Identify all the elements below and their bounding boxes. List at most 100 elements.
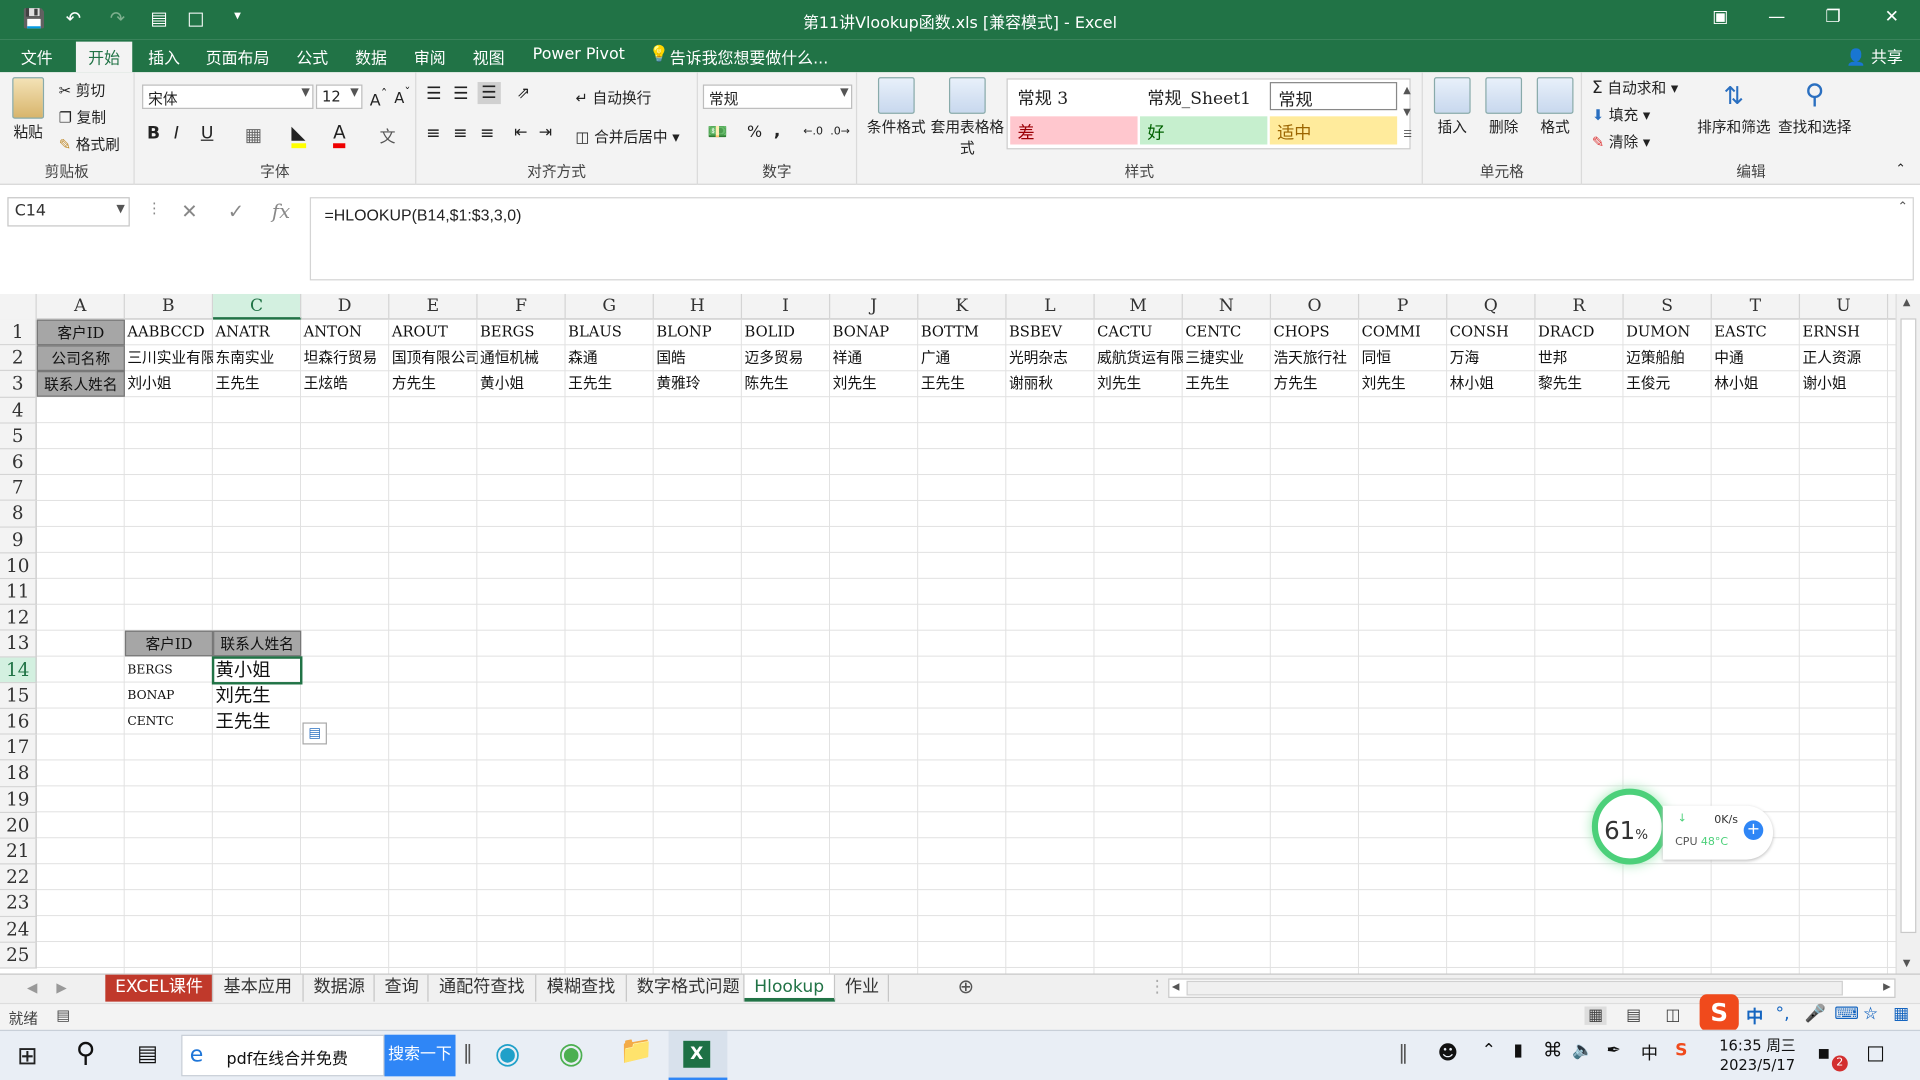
search-icon[interactable]: ⚲ bbox=[76, 1038, 96, 1069]
underline-button[interactable]: U bbox=[201, 124, 214, 144]
cell-r3[interactable]: 黎先生 bbox=[1536, 372, 1624, 398]
gallery-more-icon[interactable]: ☰ bbox=[1403, 129, 1412, 140]
phonetic-icon[interactable]: 文 bbox=[380, 124, 396, 147]
insert-function-icon[interactable]: fx bbox=[272, 200, 290, 223]
row-header-10[interactable]: 10 bbox=[0, 553, 37, 580]
column-header-i[interactable]: I bbox=[742, 293, 831, 320]
system-monitor-widget[interactable]: 61% ↓ 0K/s CPU 48°C + bbox=[1587, 786, 1774, 874]
cell-h2[interactable]: 国皓 bbox=[654, 346, 742, 372]
cell-j2[interactable]: 祥通 bbox=[830, 346, 918, 372]
column-header-o[interactable]: O bbox=[1271, 293, 1360, 320]
row-header-19[interactable]: 19 bbox=[0, 786, 37, 813]
row-header-16[interactable]: 16 bbox=[0, 708, 37, 735]
clear-button[interactable]: ✎ 清除 ▾ bbox=[1592, 131, 1650, 152]
insert-button[interactable]: 插入 bbox=[1428, 77, 1477, 137]
sheet-tab-0[interactable]: EXCEL课件 bbox=[105, 974, 214, 1002]
cell-s3[interactable]: 王俊元 bbox=[1624, 372, 1712, 398]
cell-g3[interactable]: 王先生 bbox=[566, 372, 654, 398]
cell-l3[interactable]: 谢丽秋 bbox=[1007, 372, 1095, 398]
column-header-e[interactable]: E bbox=[389, 293, 478, 320]
toolbox-icon[interactable]: ▦ bbox=[1893, 1004, 1909, 1024]
cell-d1[interactable]: ANTON bbox=[301, 320, 389, 346]
column-header-q[interactable]: Q bbox=[1447, 293, 1536, 320]
column-header-u[interactable]: U bbox=[1800, 293, 1889, 320]
file-explorer-icon[interactable]: 📁 bbox=[620, 1036, 654, 1067]
cell-k3[interactable]: 王先生 bbox=[918, 372, 1006, 398]
cell-d3[interactable]: 王炫皓 bbox=[301, 372, 389, 398]
tell-me-icon[interactable]: 💡 bbox=[649, 45, 669, 63]
cell-r2[interactable]: 世邦 bbox=[1536, 346, 1624, 372]
style-normal[interactable]: 常规 bbox=[1269, 82, 1398, 111]
tab-home[interactable]: 开始 bbox=[75, 41, 133, 73]
maximize-button[interactable]: ❐ bbox=[1815, 7, 1852, 27]
row-header-1[interactable]: 1 bbox=[0, 319, 37, 346]
decrease-decimal-icon[interactable]: .0→ bbox=[830, 126, 850, 138]
cell-k2[interactable]: 广通 bbox=[918, 346, 1006, 372]
scroll-right-icon[interactable]: ▶ bbox=[1883, 981, 1891, 992]
column-header-g[interactable]: G bbox=[566, 293, 654, 320]
column-header-c[interactable]: C bbox=[213, 293, 302, 320]
cell-o1[interactable]: CHOPS bbox=[1271, 320, 1359, 346]
row-header-6[interactable]: 6 bbox=[0, 449, 37, 476]
font-size-select[interactable]: 12 ▼ bbox=[315, 84, 363, 109]
cell-e3[interactable]: 方先生 bbox=[389, 372, 477, 398]
shrink-font-button[interactable]: Aˇ bbox=[394, 87, 410, 107]
lookup-id-b14[interactable]: BERGS bbox=[125, 657, 213, 683]
page-layout-view-icon[interactable]: ▤ bbox=[1626, 1007, 1641, 1025]
cell-u1[interactable]: ERNSH bbox=[1800, 320, 1888, 346]
increase-decimal-icon[interactable]: ←.0 bbox=[803, 126, 823, 138]
sheet-tab-8[interactable]: 作业 bbox=[835, 974, 889, 1002]
cell-p2[interactable]: 同恒 bbox=[1359, 346, 1447, 372]
paste-button[interactable]: 粘贴 bbox=[7, 77, 49, 142]
column-header-f[interactable]: F bbox=[478, 293, 566, 320]
cell-o3[interactable]: 方先生 bbox=[1271, 372, 1359, 398]
clock[interactable]: 16:35 周三 2023/5/17 bbox=[1719, 1036, 1795, 1075]
cell-q1[interactable]: CONSH bbox=[1447, 320, 1535, 346]
excel-taskbar-button[interactable]: X bbox=[668, 1031, 728, 1080]
paste-options-icon[interactable]: ▤ bbox=[302, 722, 327, 745]
wifi-icon[interactable]: ⌘ bbox=[1543, 1038, 1563, 1061]
sheet-tab-5[interactable]: 模糊查找 bbox=[536, 974, 627, 1002]
scroll-left-icon[interactable]: ◀ bbox=[1172, 981, 1180, 992]
cell-q3[interactable]: 林小姐 bbox=[1447, 372, 1535, 398]
cell-h1[interactable]: BLONP bbox=[654, 320, 742, 346]
format-as-table-button[interactable]: 套用表格格式 bbox=[931, 77, 1004, 158]
page-break-view-icon[interactable]: ◫ bbox=[1665, 1007, 1680, 1025]
cell-b2[interactable]: 三川实业有限 bbox=[125, 346, 213, 372]
borders-icon[interactable]: ▦ bbox=[245, 124, 262, 146]
delete-button[interactable]: 删除 bbox=[1479, 77, 1528, 137]
row-header-25[interactable]: 25 bbox=[0, 942, 37, 969]
windows-start-icon[interactable]: ⊞ bbox=[17, 1041, 38, 1070]
tab-formulas[interactable]: 公式 bbox=[296, 45, 328, 68]
cell-t3[interactable]: 林小姐 bbox=[1712, 372, 1800, 398]
cell-b3[interactable]: 刘小姐 bbox=[125, 372, 213, 398]
collapse-ribbon-icon[interactable]: ⌃ bbox=[1896, 163, 1906, 176]
gallery-up-icon[interactable]: ▲ bbox=[1403, 84, 1411, 95]
cell-n2[interactable]: 三捷实业 bbox=[1183, 346, 1271, 372]
scroll-up-icon[interactable]: ▲ bbox=[1903, 296, 1911, 307]
row-header-15[interactable]: 15 bbox=[0, 683, 37, 709]
cancel-icon[interactable]: ✕ bbox=[181, 200, 197, 223]
font-color-icon[interactable]: A bbox=[333, 121, 346, 149]
cell-b1[interactable]: AABBCCD bbox=[125, 320, 213, 346]
normal-view-icon[interactable]: ▦ bbox=[1584, 1006, 1607, 1025]
format-painter-button[interactable]: ✎ 格式刷 bbox=[59, 133, 120, 154]
cell-f1[interactable]: BERGS bbox=[478, 320, 566, 346]
column-header-a[interactable]: A bbox=[37, 293, 125, 320]
decrease-indent-icon[interactable]: ⇤ bbox=[514, 124, 527, 142]
bold-button[interactable]: B bbox=[147, 124, 160, 144]
punctuation-icon[interactable]: °, bbox=[1776, 1004, 1790, 1024]
cell-m1[interactable]: CACTU bbox=[1095, 320, 1183, 346]
column-header-m[interactable]: M bbox=[1095, 293, 1183, 320]
tab-file[interactable]: 文件 bbox=[21, 45, 53, 68]
scroll-down-icon[interactable]: ▼ bbox=[1903, 958, 1911, 969]
cell-a3[interactable]: 联系人姓名 bbox=[36, 371, 125, 398]
column-header-b[interactable]: B bbox=[125, 293, 214, 320]
lookup-header-b13[interactable]: 客户ID bbox=[124, 631, 214, 657]
cell-o2[interactable]: 浩天旅行社 bbox=[1271, 346, 1359, 372]
tab-page-layout[interactable]: 页面布局 bbox=[206, 45, 270, 68]
column-header-l[interactable]: L bbox=[1007, 293, 1095, 320]
orientation-icon[interactable]: ⇗ bbox=[517, 84, 530, 102]
tab-view[interactable]: 视图 bbox=[473, 45, 505, 68]
cell-d2[interactable]: 坦森行贸易 bbox=[301, 346, 389, 372]
